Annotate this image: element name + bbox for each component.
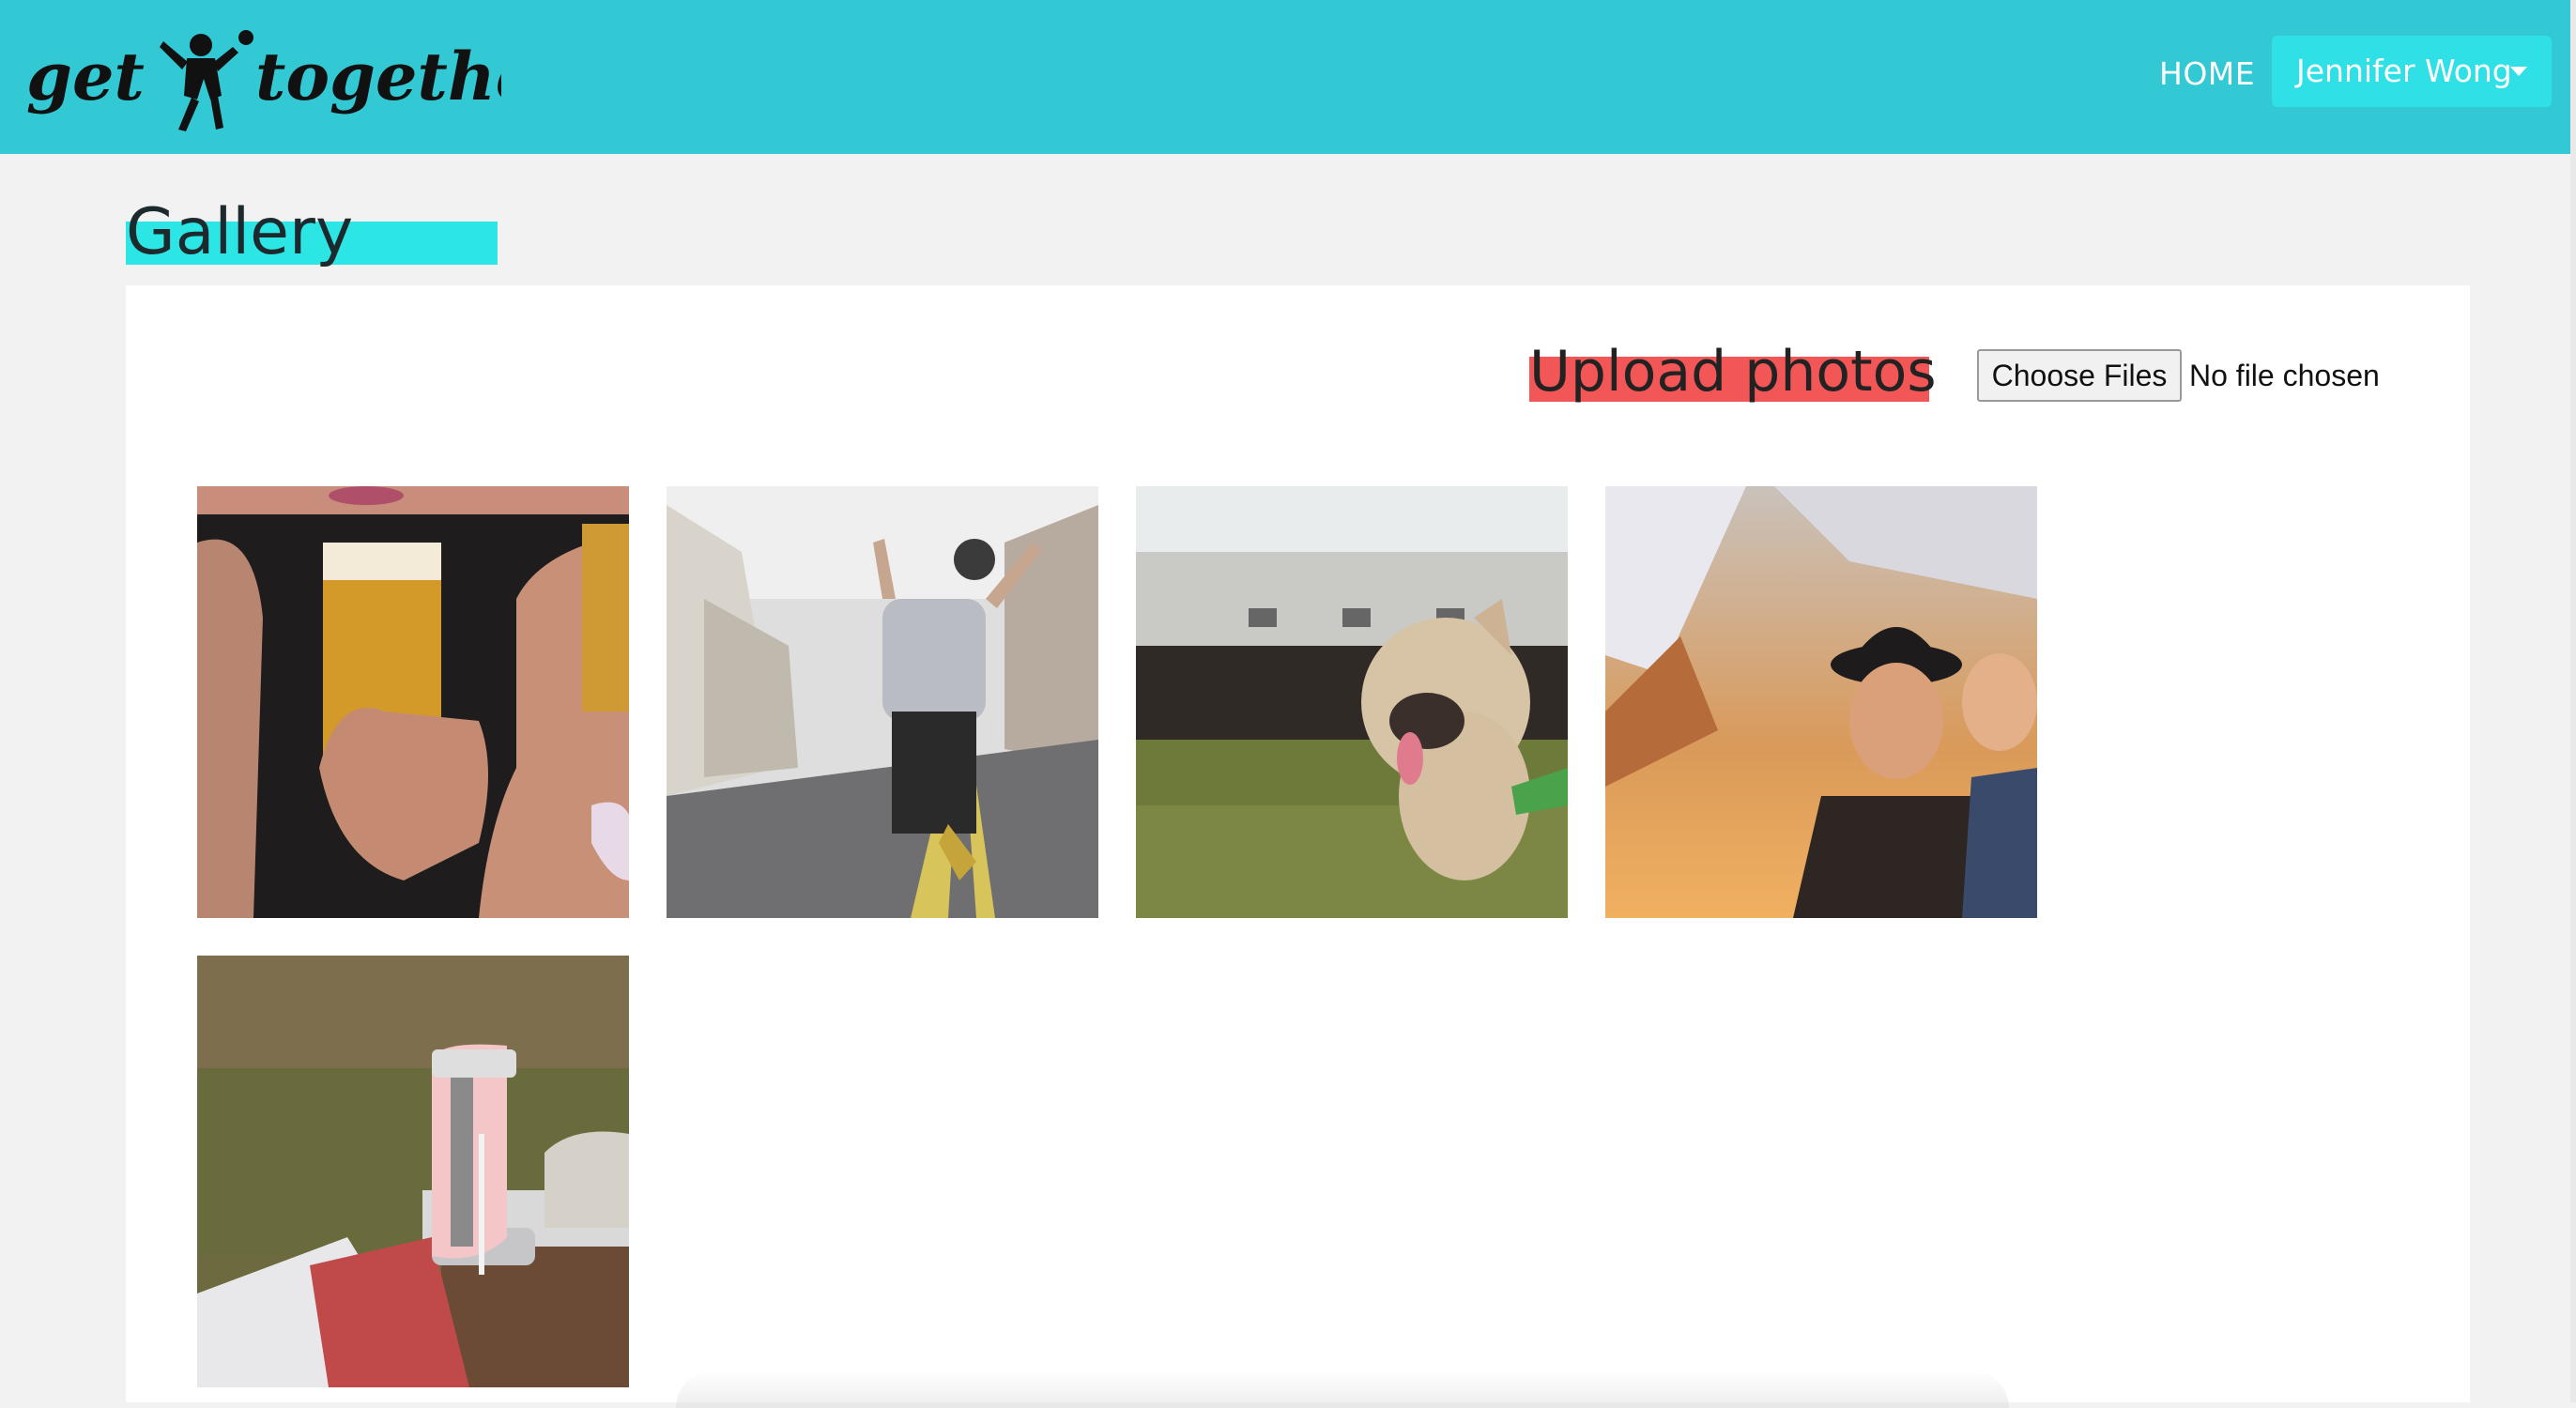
gallery-photo-picnic[interactable]: [197, 956, 629, 1387]
choose-files-button[interactable]: Choose Files: [1977, 349, 2182, 402]
logo-graphic: get together: [26, 30, 501, 131]
page-title: Gallery: [126, 195, 354, 269]
gallery-photo-beer[interactable]: [197, 486, 629, 918]
svg-text:together: together: [255, 38, 501, 115]
upload-heading-block: Upload photos: [1522, 336, 1937, 407]
user-name-label: Jennifer Wong: [2296, 53, 2512, 89]
gallery-photo-women-laughing[interactable]: [1605, 486, 2037, 918]
brand-logo[interactable]: get together: [23, 13, 501, 135]
gallery-photo-bulldog[interactable]: [1136, 486, 1568, 918]
user-menu-dropdown[interactable]: Jennifer Wong: [2272, 36, 2552, 107]
gallery-title-block: Gallery: [126, 197, 501, 268]
upload-photos-heading: Upload photos: [1529, 339, 1937, 405]
bottom-overlay-shadow: [676, 1370, 2009, 1408]
nav-home-link[interactable]: HOME: [2159, 51, 2255, 98]
gallery-photo-jumping-man[interactable]: [667, 486, 1098, 918]
dancing-figures-icon: [160, 30, 253, 131]
caret-down-icon: [2510, 67, 2527, 76]
gallery-panel: Upload photos Choose Files No file chose…: [126, 285, 2470, 1402]
svg-text:get: get: [26, 38, 145, 115]
file-status-text: No file chosen: [2189, 359, 2380, 392]
window-scrollbar-track[interactable]: [2570, 0, 2576, 1402]
top-navbar: get together HOME Jennifer Wong: [0, 0, 2570, 154]
